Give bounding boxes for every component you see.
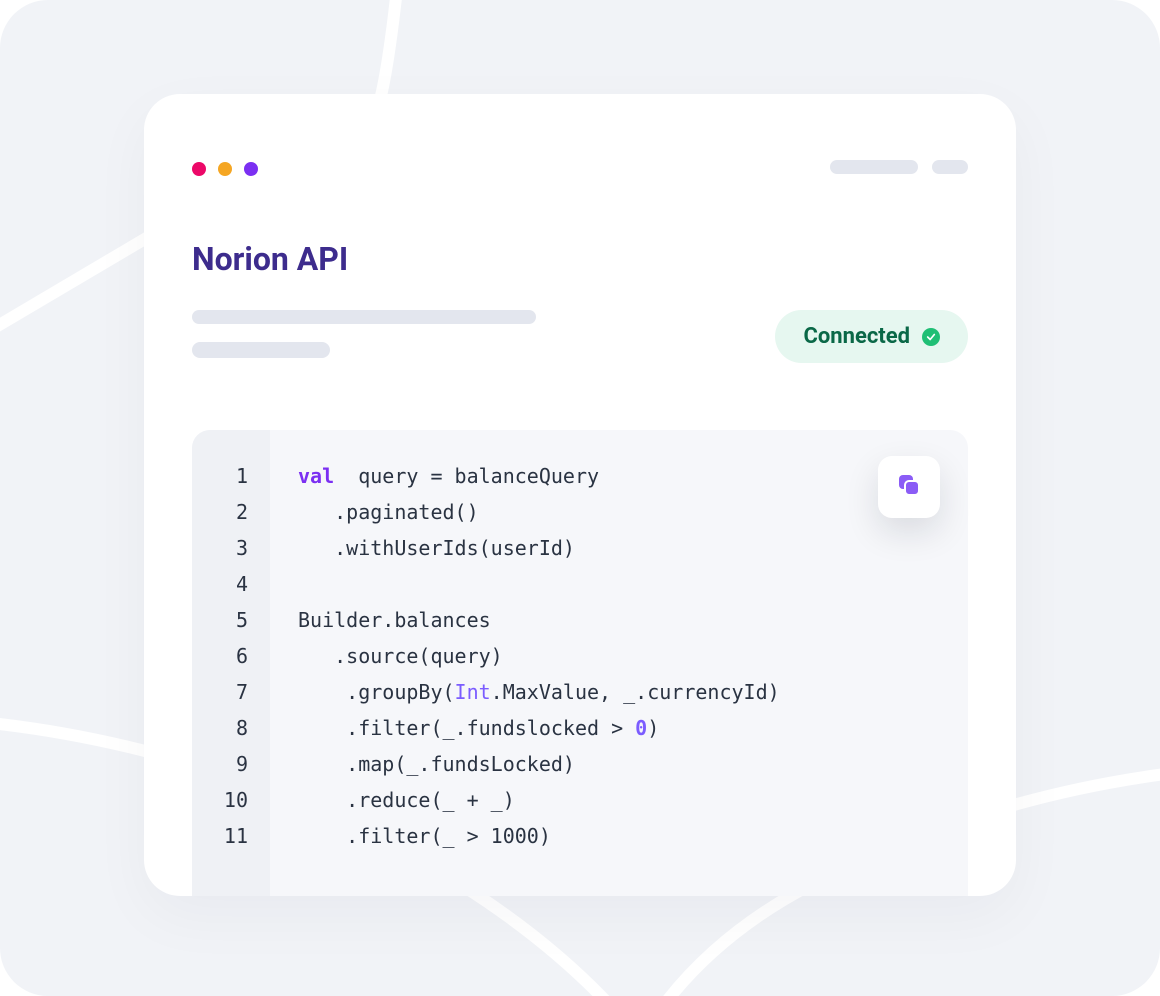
placeholder-bar: [932, 160, 968, 174]
api-card: Norion API Connected 1 2 3 4 5 6 7 8 9 1…: [144, 94, 1016, 896]
code-text: .groupBy(: [298, 680, 455, 704]
window-minimize-dot[interactable]: [218, 162, 232, 176]
window-maximize-dot[interactable]: [244, 162, 258, 176]
page-title: Norion API: [192, 240, 348, 278]
line-number: 11: [192, 818, 270, 854]
line-number: 9: [192, 746, 270, 782]
number-literal: 0: [635, 716, 647, 740]
code-line: val query = balanceQuery: [298, 458, 968, 494]
check-circle-icon: [922, 328, 940, 346]
line-number: 4: [192, 566, 270, 602]
line-number: 3: [192, 530, 270, 566]
status-label: Connected: [803, 324, 910, 349]
keyword: val: [298, 464, 334, 488]
window-close-dot[interactable]: [192, 162, 206, 176]
line-number: 2: [192, 494, 270, 530]
copy-icon: [896, 472, 922, 502]
placeholder-line: [192, 310, 536, 324]
code-block: 1 2 3 4 5 6 7 8 9 10 11 val query = bala…: [192, 430, 968, 896]
code-text: .MaxValue, _.currencyId): [491, 680, 780, 704]
code-line: .source(query): [298, 638, 968, 674]
window-controls: [192, 162, 258, 176]
line-number: 10: [192, 782, 270, 818]
header-placeholder-group: [830, 160, 968, 174]
code-line: .groupBy(Int.MaxValue, _.currencyId): [298, 674, 968, 710]
line-number: 5: [192, 602, 270, 638]
code-line: .paginated(): [298, 494, 968, 530]
code-text: .filter(_.fundslocked >: [298, 716, 635, 740]
code-text: ): [647, 716, 659, 740]
copy-button[interactable]: [878, 456, 940, 518]
line-number: 6: [192, 638, 270, 674]
keyword: Int: [455, 680, 491, 704]
code-line: .filter(_ > 1000): [298, 818, 968, 854]
code-line: .reduce(_ + _): [298, 782, 968, 818]
placeholder-line: [192, 342, 330, 358]
code-content: val query = balanceQuery .paginated() .w…: [270, 430, 968, 854]
line-number-gutter: 1 2 3 4 5 6 7 8 9 10 11: [192, 430, 270, 896]
code-line: .map(_.fundsLocked): [298, 746, 968, 782]
code-text: query = balanceQuery: [334, 464, 599, 488]
connection-status-badge: Connected: [775, 310, 968, 363]
line-number: 1: [192, 458, 270, 494]
code-line: [298, 566, 968, 602]
line-number: 7: [192, 674, 270, 710]
line-number: 8: [192, 710, 270, 746]
code-line: .filter(_.fundslocked > 0): [298, 710, 968, 746]
code-line: Builder.balances: [298, 602, 968, 638]
description-placeholder-group: [192, 310, 536, 358]
placeholder-bar: [830, 160, 918, 174]
code-line: .withUserIds(userId): [298, 530, 968, 566]
